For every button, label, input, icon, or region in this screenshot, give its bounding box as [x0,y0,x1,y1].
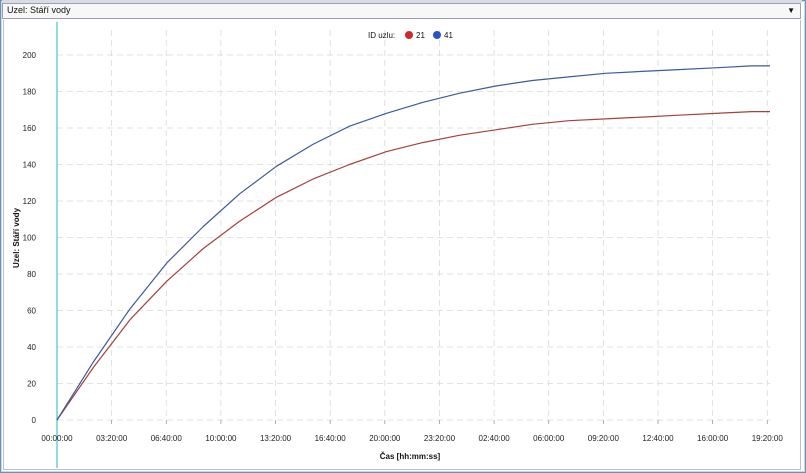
series-line-41 [56,65,770,421]
series-layer [56,65,770,421]
y-tick-label: 60 [27,307,36,316]
legend-label-21: 21 [416,31,425,40]
x-tick-label: 02:40:00 [479,434,511,443]
y-tick-label: 100 [23,234,37,243]
y-tick-label: 0 [32,416,37,425]
grid-layer [56,30,770,424]
y-tick-label: 80 [27,270,36,279]
y-tick-label: 180 [23,88,37,97]
x-tick-label: 06:40:00 [151,434,183,443]
x-tick-label: 06:00:00 [533,434,565,443]
tick-layer: 0 20 40 60 80 100 120 140 160 180 200 00:00:00 03:20… [23,51,784,443]
x-tick-label: 12:40:00 [642,434,674,443]
y-tick-label: 200 [23,51,37,60]
x-tick-label: 13:20:00 [260,434,292,443]
y-axis-title: Uzel: Stáří vody [12,207,21,268]
legend-title: ID uzlu: [368,31,395,40]
y-tick-label: 120 [23,197,37,206]
y-tick-label: 20 [27,380,36,389]
y-tick-label: 140 [23,161,37,170]
line-chart: 0 20 40 60 80 100 120 140 160 180 200 00:00:00 03:20… [12,22,784,468]
x-tick-label: 16:00:00 [697,434,729,443]
x-tick-label: 16:40:00 [315,434,347,443]
x-tick-label: 19:20:00 [752,434,784,443]
legend-label-41: 41 [444,31,453,40]
legend-marker-41 [433,31,441,39]
x-axis-title: Čas [hh:mm:ss] [380,452,441,461]
x-tick-label: 03:20:00 [96,434,128,443]
x-tick-label: 10:00:00 [205,434,237,443]
y-tick-label: 160 [23,124,37,133]
x-tick-label: 09:20:00 [588,434,620,443]
x-tick-label: 20:00:00 [369,434,401,443]
x-tick-label: 00:00:00 [41,434,73,443]
y-tick-label: 40 [27,343,36,352]
x-tick-label: 23:20:00 [424,434,456,443]
legend-marker-21 [405,31,413,39]
